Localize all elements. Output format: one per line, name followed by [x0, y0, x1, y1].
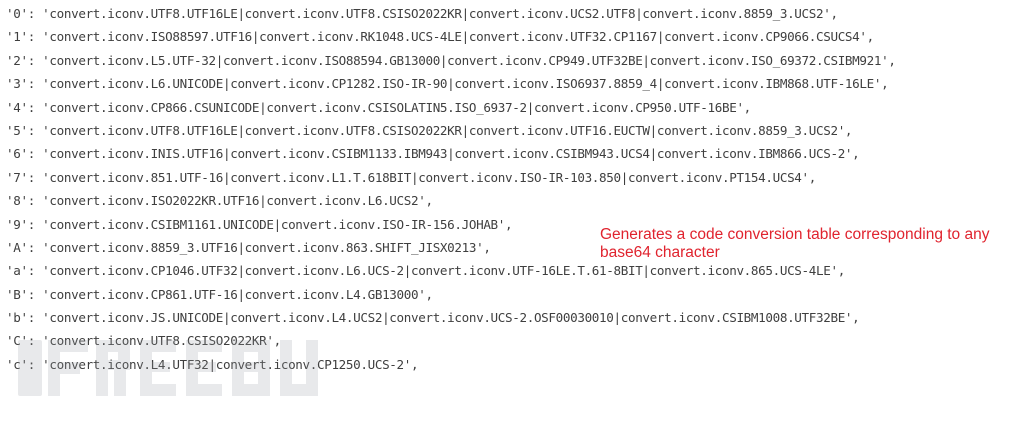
code-line-value: 'convert.iconv.ISO88597.UTF16|convert.ic…	[42, 29, 874, 45]
code-line-separator: :	[27, 286, 43, 302]
code-line-separator: :	[27, 333, 43, 349]
code-line-key: '4'	[6, 99, 28, 115]
code-line: '7': 'convert.iconv.851.UTF-16|convert.i…	[6, 166, 1016, 189]
code-line: '0': 'convert.iconv.UTF8.UTF16LE|convert…	[6, 2, 1016, 25]
code-line: 'a': 'convert.iconv.CP1046.UTF32|convert…	[6, 259, 1016, 282]
code-line-separator: :	[27, 52, 43, 68]
code-line-value: 'convert.iconv.CP866.CSUNICODE|convert.i…	[42, 99, 751, 115]
code-line-key: '3'	[6, 76, 28, 92]
code-line-separator: :	[27, 239, 43, 255]
code-line: '8': 'convert.iconv.ISO2022KR.UTF16|conv…	[6, 189, 1016, 212]
code-line-separator: :	[27, 29, 43, 45]
code-line-key: 'b'	[6, 310, 28, 326]
code-line-value: 'convert.iconv.CP1046.UTF32|convert.icon…	[42, 263, 845, 279]
code-line-separator: :	[27, 169, 43, 185]
code-line-separator: :	[27, 263, 43, 279]
code-line-key: '1'	[6, 29, 28, 45]
code-line-separator: :	[27, 122, 43, 138]
code-line-separator: :	[27, 216, 43, 232]
code-line-separator: :	[27, 146, 43, 162]
code-line-value: 'convert.iconv.UTF8.UTF16LE|convert.icon…	[42, 6, 838, 21]
code-line-value: 'convert.iconv.ISO2022KR.UTF16|convert.i…	[42, 193, 433, 209]
code-line: '2': 'convert.iconv.L5.UTF-32|convert.ic…	[6, 49, 1016, 72]
code-line-value: 'convert.iconv.L6.UNICODE|convert.iconv.…	[42, 76, 889, 92]
code-line-key: '6'	[6, 146, 28, 162]
code-line: '4': 'convert.iconv.CP866.CSUNICODE|conv…	[6, 96, 1016, 119]
code-line-value: 'convert.iconv.JS.UNICODE|convert.iconv.…	[42, 310, 860, 326]
code-line: '1': 'convert.iconv.ISO88597.UTF16|conve…	[6, 25, 1016, 48]
code-line: 'b': 'convert.iconv.JS.UNICODE|convert.i…	[6, 306, 1016, 329]
code-line-separator: :	[27, 99, 43, 115]
code-line-value: 'convert.iconv.INIS.UTF16|convert.iconv.…	[42, 146, 860, 162]
code-line: 'B': 'convert.iconv.CP861.UTF-16|convert…	[6, 283, 1016, 306]
code-line-separator: :	[27, 76, 43, 92]
code-line-key: '9'	[6, 216, 28, 232]
code-line-separator: :	[27, 310, 43, 326]
code-line-key: '7'	[6, 169, 28, 185]
code-line-key: 'c'	[6, 356, 28, 372]
code-line: '3': 'convert.iconv.L6.UNICODE|convert.i…	[6, 72, 1016, 95]
code-line-value: 'convert.iconv.UTF8.CSISO2022KR',	[42, 333, 281, 349]
code-line: '6': 'convert.iconv.INIS.UTF16|convert.i…	[6, 142, 1016, 165]
code-line-value: 'convert.iconv.L5.UTF-32|convert.iconv.I…	[42, 52, 896, 68]
code-line-value: 'convert.iconv.CSIBM1161.UNICODE|convert…	[42, 216, 513, 232]
code-line-value: 'convert.iconv.L4.UTF32|convert.iconv.CP…	[42, 356, 419, 372]
code-line: 'C': 'convert.iconv.UTF8.CSISO2022KR',	[6, 329, 1016, 352]
code-line-key: '2'	[6, 52, 28, 68]
annotation-text: Generates a code conversion table corres…	[600, 226, 990, 261]
code-line: 'c': 'convert.iconv.L4.UTF32|convert.ico…	[6, 353, 1016, 376]
code-line-value: 'convert.iconv.UTF8.UTF16LE|convert.icon…	[42, 122, 853, 138]
code-line-key: 'C'	[6, 333, 28, 349]
code-line-key: 'B'	[6, 286, 28, 302]
code-line-key: 'A'	[6, 239, 28, 255]
code-line: '5': 'convert.iconv.UTF8.UTF16LE|convert…	[6, 119, 1016, 142]
code-line-key: '8'	[6, 193, 28, 209]
code-line-separator: :	[27, 193, 43, 209]
code-line-value: 'convert.iconv.8859_3.UTF16|convert.icon…	[42, 239, 491, 255]
code-line-value: 'convert.iconv.851.UTF-16|convert.iconv.…	[42, 169, 817, 185]
code-line-key: '5'	[6, 122, 28, 138]
code-line-value: 'convert.iconv.CP861.UTF-16|convert.icon…	[42, 286, 433, 302]
code-line-separator: :	[27, 6, 43, 21]
code-line-key: 'a'	[6, 263, 28, 279]
code-view: '0': 'convert.iconv.UTF8.UTF16LE|convert…	[6, 2, 1016, 376]
code-line-key: '0'	[6, 6, 28, 21]
code-line-separator: :	[27, 356, 43, 372]
